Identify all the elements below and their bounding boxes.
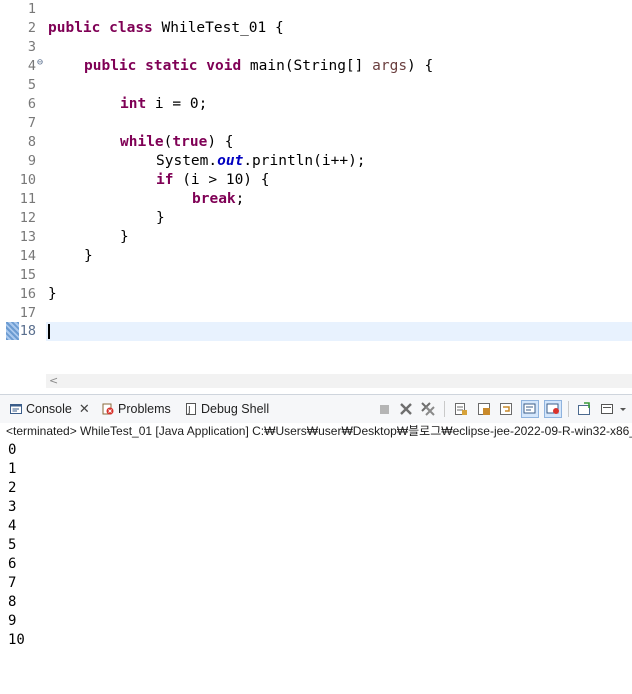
tab-label: Debug Shell xyxy=(201,402,270,416)
line-number: 18 xyxy=(19,323,36,339)
output-line: 10 xyxy=(8,632,25,648)
console-view: Console ✕ Problems J Debug Shell <terminat… xyxy=(0,394,632,694)
line-number: 15 xyxy=(19,267,36,283)
line-number: 9 xyxy=(27,153,36,169)
line-number: 16 xyxy=(19,286,36,302)
code-line: 8 while(true) { xyxy=(0,133,632,152)
toolbar-separator xyxy=(444,401,445,417)
show-console-on-error-icon[interactable] xyxy=(544,400,562,418)
code-line: 17 xyxy=(0,304,632,323)
code-line: 16 } xyxy=(0,285,632,304)
output-line: 1 xyxy=(8,461,17,477)
line-number: 13 xyxy=(19,229,36,245)
line-number: 6 xyxy=(27,96,36,112)
line-number: 5 xyxy=(27,77,36,93)
code-line: 18 xyxy=(0,322,632,341)
line-number: 7 xyxy=(27,115,36,131)
line-number: 11 xyxy=(19,191,36,207)
clear-console-icon[interactable] xyxy=(454,402,468,416)
terminate-icon[interactable] xyxy=(378,402,392,416)
svg-text:J: J xyxy=(187,406,191,416)
code-text: } xyxy=(120,229,129,245)
code-line: 9 System.out.println(i++); xyxy=(0,152,632,171)
code-editor[interactable]: 1 2 public class WhileTest_01 { 3 4 ⊖ pu… xyxy=(0,0,632,374)
code-line: 3 xyxy=(0,38,632,57)
code-text: } xyxy=(156,210,165,226)
output-line: 4 xyxy=(8,518,17,534)
code-text: int i = 0; xyxy=(120,96,208,112)
remove-launch-icon[interactable] xyxy=(399,402,413,416)
code-text: public static void main(String[] args) { xyxy=(84,58,434,74)
chevron-down-icon[interactable] xyxy=(617,402,629,416)
display-selected-console-icon[interactable] xyxy=(600,402,614,416)
tab-label: Console xyxy=(26,402,72,416)
code-text: while(true) { xyxy=(120,134,234,150)
code-line: 11 break; xyxy=(0,190,632,209)
tab-problems[interactable]: Problems xyxy=(102,400,171,418)
fold-collapse-icon[interactable]: ⊖ xyxy=(36,58,44,68)
text-cursor xyxy=(48,324,50,339)
scroll-left-icon[interactable]: < xyxy=(49,374,58,388)
line-number: 17 xyxy=(19,305,36,321)
tab-console[interactable]: Console ✕ xyxy=(10,400,90,418)
code-line: 5 xyxy=(0,76,632,95)
output-line: 7 xyxy=(8,575,17,591)
code-line: 13 } xyxy=(0,228,632,247)
code-line: 10 if (i > 10) { xyxy=(0,171,632,190)
code-text: public class WhileTest_01 { xyxy=(48,20,284,36)
problems-icon xyxy=(102,403,114,415)
line-number: 14 xyxy=(19,248,36,264)
line-number: 10 xyxy=(19,172,36,188)
code-line: 15 xyxy=(0,266,632,285)
pin-console-icon[interactable] xyxy=(577,402,591,416)
debug-shell-icon: J xyxy=(186,403,196,416)
code-text: System.out.println(i++); xyxy=(156,153,366,169)
remove-all-terminated-icon[interactable] xyxy=(421,402,435,416)
line-number: 12 xyxy=(19,210,36,226)
code-text: } xyxy=(84,248,93,264)
code-line: 12 } xyxy=(0,209,632,228)
output-line: 0 xyxy=(8,442,17,458)
code-text: } xyxy=(48,286,57,302)
code-line: 7 xyxy=(0,114,632,133)
code-line: 14 } xyxy=(0,247,632,266)
line-number: 3 xyxy=(27,39,36,55)
tab-debug-shell[interactable]: J Debug Shell xyxy=(185,400,269,418)
code-line: 4 ⊖ public static void main(String[] arg… xyxy=(0,57,632,76)
scroll-lock-icon[interactable] xyxy=(477,402,491,416)
line-number: 8 xyxy=(27,134,36,150)
output-line: 3 xyxy=(8,499,17,515)
code-line: 6 int i = 0; xyxy=(0,95,632,114)
line-number: 2 xyxy=(27,20,36,36)
word-wrap-icon[interactable] xyxy=(499,402,513,416)
code-text: break; xyxy=(192,191,245,207)
console-icon xyxy=(10,404,22,414)
close-icon[interactable]: ✕ xyxy=(79,400,90,418)
output-line: 8 xyxy=(8,594,17,610)
output-line: 6 xyxy=(8,556,17,572)
output-line: 9 xyxy=(8,613,17,629)
tab-label: Problems xyxy=(118,402,171,416)
line-number: 4 xyxy=(27,58,36,74)
view-tab-bar: Console ✕ Problems J Debug Shell xyxy=(0,395,632,423)
console-output[interactable]: 0 1 2 3 4 5 6 7 8 9 10 xyxy=(8,441,608,650)
gutter-bottom xyxy=(0,374,46,388)
output-line: 5 xyxy=(8,537,17,553)
toolbar-separator xyxy=(568,401,569,417)
code-line: 1 xyxy=(0,0,632,19)
console-status: <terminated> WhileTest_01 [Java Applicat… xyxy=(6,424,632,438)
code-line: 2 public class WhileTest_01 { xyxy=(0,19,632,38)
code-text: if (i > 10) { xyxy=(156,172,270,188)
line-number: 1 xyxy=(27,1,36,17)
horizontal-scrollbar[interactable]: < xyxy=(46,374,632,388)
output-line: 2 xyxy=(8,480,17,496)
show-console-on-output-icon[interactable] xyxy=(521,400,539,418)
